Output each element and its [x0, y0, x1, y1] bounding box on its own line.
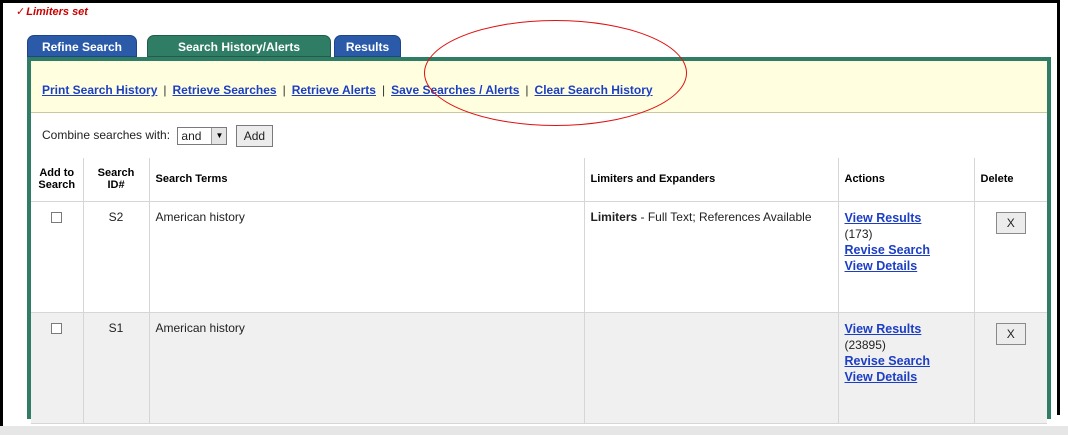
combine-operator-select[interactable]: and ▼ — [177, 126, 228, 145]
add-to-search-cell — [31, 201, 83, 313]
window-frame-left — [0, 0, 3, 428]
col-header-search-id: Search ID# — [82, 158, 149, 202]
limiters-label: Limiters — [590, 209, 638, 224]
result-count: (23895) — [844, 337, 886, 352]
search-id: S2 — [82, 201, 149, 313]
actions-cell: View Results (173) Revise Search View De… — [837, 201, 974, 313]
result-count: (173) — [844, 226, 873, 241]
add-to-search-cell — [31, 312, 83, 424]
tab-results[interactable]: Results — [334, 35, 401, 57]
retrieve-alerts-link[interactable]: Retrieve Alerts — [292, 83, 376, 97]
col-header-delete: Delete — [973, 158, 1047, 202]
limiters-set-label: Limiters set — [26, 6, 88, 18]
delete-cell: X — [973, 201, 1047, 313]
clear-search-history-link[interactable]: Clear Search History — [535, 83, 653, 97]
tab-search-history-alerts[interactable]: Search History/Alerts — [147, 35, 331, 57]
delete-cell: X — [973, 312, 1047, 424]
link-separator: | — [381, 83, 386, 97]
add-button[interactable]: Add — [235, 124, 274, 147]
combine-label: Combine searches with: — [42, 128, 171, 142]
link-separator: | — [163, 83, 167, 97]
add-to-search-checkbox[interactable] — [51, 211, 63, 223]
combine-searches-row: Combine searches with: and ▼ Add — [42, 124, 274, 147]
col-header-search-terms: Search Terms — [148, 158, 584, 202]
checkmark-icon: ✓ — [16, 6, 26, 18]
col-header-add-to-search: Add to Search — [31, 158, 83, 202]
history-action-bar: Print Search History | Retrieve Searches | R… — [31, 61, 1047, 113]
limiters-text: - Full Text; References Available — [637, 209, 812, 224]
search-id: S1 — [82, 312, 149, 424]
search-terms: American history — [148, 312, 584, 424]
col-header-actions: Actions — [837, 158, 974, 202]
link-separator: | — [282, 83, 286, 97]
search-history-panel: Print Search History | Retrieve Searches | R… — [27, 57, 1051, 424]
add-to-search-checkbox[interactable] — [51, 322, 63, 334]
history-links: Print Search History | Retrieve Searches | R… — [42, 82, 653, 98]
link-separator: | — [525, 83, 529, 97]
search-terms: American history — [148, 201, 584, 313]
view-details-link[interactable]: View Details — [845, 369, 968, 385]
window-frame-bottom — [0, 426, 1068, 435]
table-header-row: Add to Search Search ID# Search Terms Limi… — [31, 158, 1047, 202]
delete-button[interactable]: X — [995, 322, 1026, 345]
view-results-link[interactable]: View Results — [845, 321, 968, 337]
chevron-down-icon[interactable]: ▼ — [211, 127, 227, 144]
search-history-table: Add to Search Search ID# Search Terms Limi… — [31, 158, 1047, 424]
view-results-link[interactable]: View Results — [845, 210, 968, 226]
actions-cell: View Results (23895) Revise Search View … — [837, 312, 974, 424]
table-row: S1 American history View Results (23895)… — [31, 312, 1047, 424]
col-header-limiters: Limiters and Expanders — [583, 158, 838, 202]
delete-button[interactable]: X — [995, 211, 1026, 234]
view-details-link[interactable]: View Details — [845, 258, 968, 274]
combine-operator-value: and — [181, 128, 202, 143]
revise-search-link[interactable]: Revise Search — [845, 353, 968, 369]
window-frame-top — [0, 0, 1060, 3]
revise-search-link[interactable]: Revise Search — [845, 242, 968, 258]
save-searches-alerts-link[interactable]: Save Searches / Alerts — [391, 83, 519, 97]
window-frame-right — [1057, 0, 1060, 415]
table-row: S2 American history Limiters - Full Text… — [31, 201, 1047, 313]
limiters-set-indicator: ✓Limiters set — [16, 5, 88, 19]
tab-refine-search[interactable]: Refine Search — [27, 35, 137, 57]
print-search-history-link[interactable]: Print Search History — [42, 83, 157, 97]
limiters-cell — [583, 312, 838, 424]
retrieve-searches-link[interactable]: Retrieve Searches — [173, 83, 277, 97]
limiters-cell: Limiters - Full Text; References Availab… — [583, 201, 838, 313]
